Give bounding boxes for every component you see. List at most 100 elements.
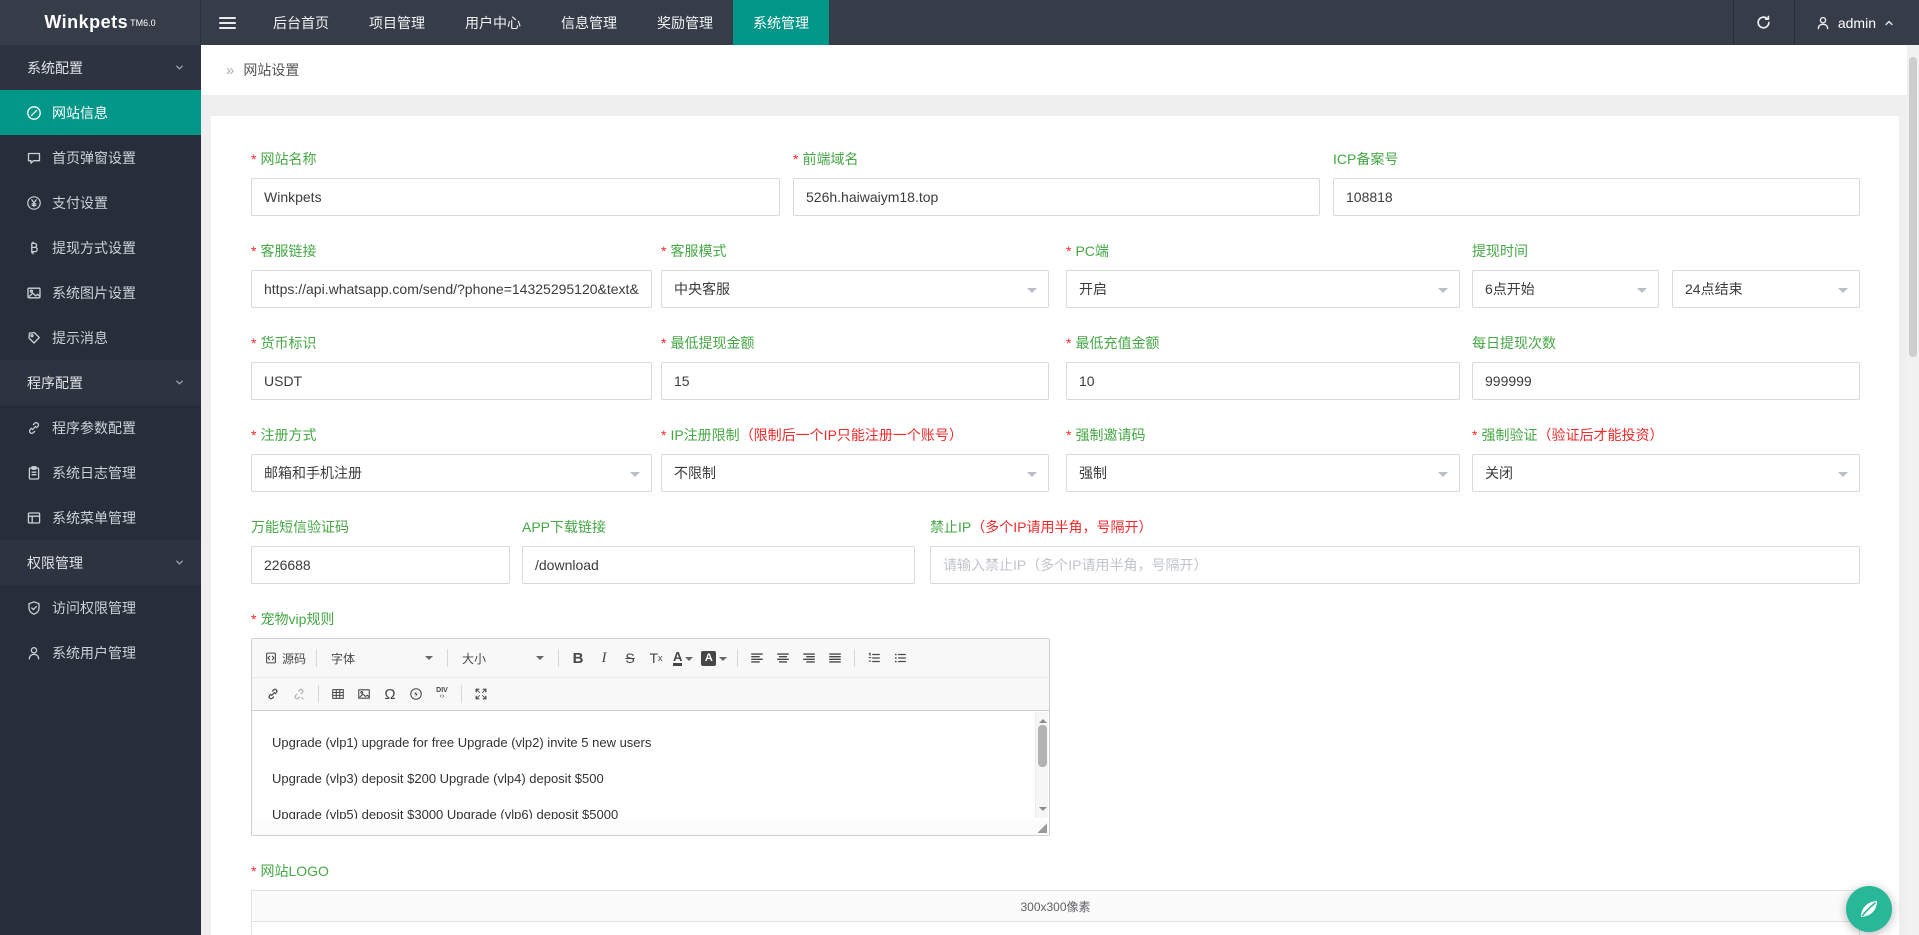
daily-withdraw-times-input[interactable] [1472, 362, 1860, 400]
sidebar-item-system-users[interactable]: 系统用户管理 [0, 630, 201, 675]
bullet-list-icon [895, 653, 907, 663]
ban-ip-input[interactable] [930, 546, 1860, 584]
site-name-input[interactable] [251, 178, 780, 216]
form-row-4: * 注册方式 邮箱和手机注册 * IP注册限制 （限制后一个IP只能注册一个账号） 不… [251, 426, 1860, 492]
nav-item-projects[interactable]: 项目管理 [349, 0, 445, 45]
chevron-down-icon [1438, 288, 1448, 298]
sidebar-item-payment[interactable]: 支付设置 [0, 180, 201, 225]
editor-scrollbar[interactable] [1035, 712, 1048, 818]
layout-icon [27, 511, 41, 524]
editor-toolbar-row-1: 源码 字体 大小 B I S Tx A A [252, 639, 1049, 678]
service-mode-select[interactable]: 中央客服 [661, 270, 1049, 308]
source-icon [266, 652, 276, 664]
sidebar-toggle-button[interactable] [201, 0, 253, 45]
field-register-mode: * 注册方式 邮箱和手机注册 [251, 426, 652, 492]
field-force-invite: * 强制邀请码 强制 [1066, 426, 1460, 492]
align-center-button[interactable] [771, 646, 795, 670]
sidebar-item-system-images[interactable]: 系统图片设置 [0, 270, 201, 315]
force-verify-select[interactable]: 关闭 [1472, 454, 1860, 492]
unlink-button[interactable] [287, 682, 311, 706]
field-min-recharge: * 最低充值金额 [1066, 334, 1460, 400]
align-right-button[interactable] [797, 646, 821, 670]
icp-input[interactable] [1333, 178, 1860, 216]
field-withdraw-time: 提现时间 6点开始 24点结束 [1472, 242, 1860, 308]
sidebar-item-program-params[interactable]: 程序参数配置 [0, 405, 201, 450]
shield-check-icon [28, 600, 40, 615]
insert-table-button[interactable] [326, 682, 350, 706]
withdraw-end-select[interactable]: 24点结束 [1672, 270, 1860, 308]
bold-button[interactable]: B [566, 646, 590, 670]
force-invite-select[interactable]: 强制 [1066, 454, 1460, 492]
required-asterisk: * [661, 427, 667, 443]
font-family-combo[interactable]: 字体 [325, 647, 439, 670]
field-currency: * 货币标识 [251, 334, 652, 400]
nav-item-dashboard[interactable]: 后台首页 [253, 0, 349, 45]
bullet-list-button[interactable] [888, 646, 912, 670]
sms-code-input[interactable] [251, 546, 510, 584]
font-size-combo[interactable]: 大小 [456, 647, 550, 670]
justify-button[interactable] [823, 646, 847, 670]
sidebar-item-system-logs[interactable]: 系统日志管理 [0, 450, 201, 495]
text-color-button[interactable]: A [670, 646, 696, 670]
sidebar-section-permissions[interactable]: 权限管理 [0, 540, 201, 585]
field-vip-rules: * 宠物vip规则 源码 字体 大小 B I S Tx A A Ω DIV ‹›… [251, 610, 1050, 836]
nav-item-rewards[interactable]: 奖励管理 [637, 0, 733, 45]
editor-line: Upgrade (vlp5) deposit $3000 Upgrade (vl… [272, 807, 619, 819]
form-row-5: 万能短信验证码 APP下载链接 禁止IP（多个IP请用半角，号隔开） [251, 518, 1860, 584]
user-menu[interactable]: admin [1795, 0, 1919, 45]
strikethrough-button[interactable]: S [618, 646, 642, 670]
nav-item-system[interactable]: 系统管理 [733, 0, 829, 45]
topbar: Winkpets TM6.0 后台首页 项目管理 用户中心 信息管理 奖励管理 … [0, 0, 1919, 45]
sidebar-section-system-config[interactable]: 系统配置 [0, 45, 201, 90]
ip-limit-select[interactable]: 不限制 [661, 454, 1049, 492]
sidebar-item-home-popup[interactable]: 首页弹窗设置 [0, 135, 201, 180]
maximize-button[interactable] [469, 682, 493, 706]
page-scrollbar[interactable] [1907, 45, 1919, 935]
sidebar-item-site-info[interactable]: 网站信息 [0, 90, 201, 135]
min-recharge-input[interactable] [1066, 362, 1460, 400]
special-char-button[interactable]: Ω [378, 682, 402, 706]
editor-bottom-bar [252, 819, 1049, 835]
insert-link-button[interactable] [261, 682, 285, 706]
currency-input[interactable] [251, 362, 652, 400]
logo-preview-cell[interactable] [251, 922, 1860, 935]
min-withdraw-input[interactable] [661, 362, 1049, 400]
remove-format-button[interactable]: Tx [644, 646, 668, 670]
app-link-input[interactable] [522, 546, 915, 584]
nav-item-user-center[interactable]: 用户中心 [445, 0, 541, 45]
sidebar-item-withdraw-method[interactable]: 提现方式设置 [0, 225, 201, 270]
chevron-down-icon [1838, 472, 1848, 482]
sidebar-item-system-menus[interactable]: 系统菜单管理 [0, 495, 201, 540]
italic-button[interactable]: I [592, 646, 616, 670]
insert-image-button[interactable] [352, 682, 376, 706]
resize-handle[interactable] [1036, 822, 1047, 833]
ordered-list-button[interactable] [862, 646, 886, 670]
justify-icon [829, 653, 842, 663]
scrollbar-thumb[interactable] [1038, 725, 1047, 767]
flash-button[interactable] [404, 682, 428, 706]
pc-side-select[interactable]: 开启 [1066, 270, 1460, 308]
register-mode-select[interactable]: 邮箱和手机注册 [251, 454, 652, 492]
source-button[interactable]: 源码 [261, 646, 309, 670]
top-navigation: 后台首页 项目管理 用户中心 信息管理 奖励管理 系统管理 [253, 0, 829, 45]
form-row-3: *货币标识 *最低提现金额 *最低充值金额 每日提现次数 [251, 334, 1860, 400]
sidebar-item-tip-messages[interactable]: 提示消息 [0, 315, 201, 360]
div-container-button[interactable]: DIV ‹› [430, 682, 454, 706]
scrollbar-thumb[interactable] [1909, 57, 1917, 357]
bg-color-button[interactable]: A [698, 646, 730, 670]
chevron-down-icon [1438, 472, 1448, 482]
chevron-down-icon [174, 557, 185, 568]
sidebar-item-access-permissions[interactable]: 访问权限管理 [0, 585, 201, 630]
nav-item-information[interactable]: 信息管理 [541, 0, 637, 45]
editor-content[interactable]: Upgrade (vlp1) upgrade for free Upgrade … [252, 711, 1049, 819]
withdraw-start-select[interactable]: 6点开始 [1472, 270, 1659, 308]
service-link-input[interactable] [251, 270, 652, 308]
field-site-logo: * 网站LOGO 300x300像素 [251, 862, 1860, 935]
settings-form-card: *网站名称 *前端域名 ICP备案号 *客服链接 *客服模式 中央客服 *PC端… [211, 116, 1899, 935]
refresh-button[interactable] [1732, 0, 1795, 45]
form-row-6: * 宠物vip规则 源码 字体 大小 B I S Tx A A Ω DIV ‹›… [251, 610, 1860, 836]
front-domain-input[interactable] [793, 178, 1320, 216]
floating-action-button[interactable] [1846, 886, 1892, 932]
align-left-button[interactable] [745, 646, 769, 670]
sidebar-section-program-config[interactable]: 程序配置 [0, 360, 201, 405]
